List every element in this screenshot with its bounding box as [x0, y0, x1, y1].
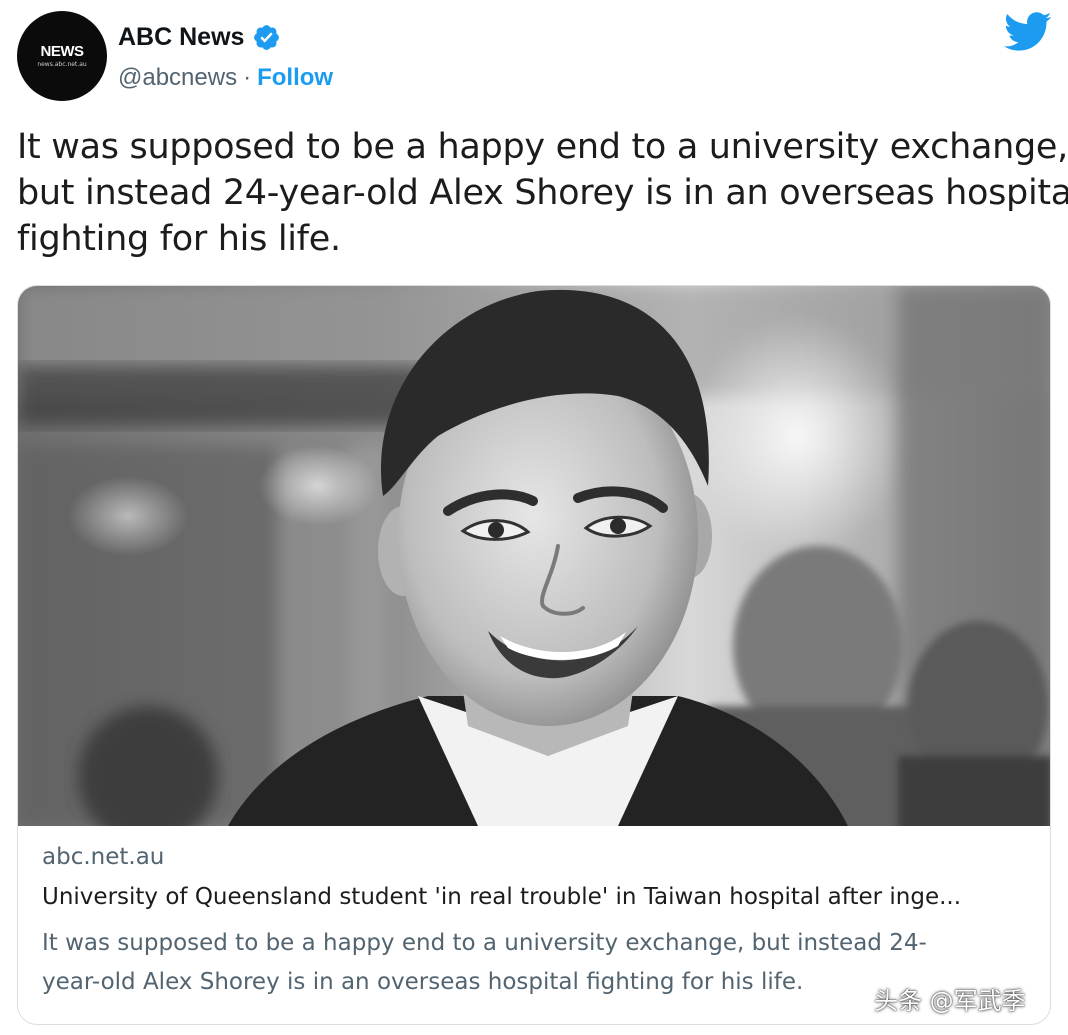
twitter-bird-icon[interactable]: [1004, 12, 1052, 52]
user-handle[interactable]: @abcnews: [118, 64, 237, 92]
card-description-line: It was supposed to be a happy end to a u…: [42, 930, 927, 956]
verified-badge-icon: [254, 24, 280, 50]
card-domain: abc.net.au: [42, 844, 165, 870]
article-photo[interactable]: [18, 286, 1051, 826]
avatar-logo-text: NEWS: [40, 43, 85, 60]
handle-row: @abcnews · Follow: [118, 62, 333, 94]
separator-dot: ·: [243, 64, 252, 91]
abc-news-avatar[interactable]: NEWS news.abc.net.au: [17, 11, 107, 101]
display-name-row[interactable]: ABC News: [118, 20, 281, 54]
tweet-embed: NEWS news.abc.net.au ABC News @abcnews ·…: [0, 0, 1068, 1035]
tweet-text-line: fighting for his life.: [17, 219, 341, 259]
tweet-text: It was supposed to be a happy end to a u…: [17, 124, 1068, 262]
avatar-logo-subtext: news.abc.net.au: [37, 61, 87, 68]
follow-button[interactable]: Follow: [257, 64, 333, 92]
tweet-text-line: It was supposed to be a happy end to a u…: [17, 127, 1068, 167]
display-name[interactable]: ABC News: [118, 23, 244, 52]
tweet-text-line: but instead 24-year-old Alex Shorey is i…: [17, 173, 1068, 213]
watermark: 头条 @军武季: [874, 987, 1026, 1015]
link-preview-card[interactable]: abc.net.au University of Queensland stud…: [17, 285, 1051, 1025]
card-title[interactable]: University of Queensland student 'in rea…: [42, 884, 1032, 910]
